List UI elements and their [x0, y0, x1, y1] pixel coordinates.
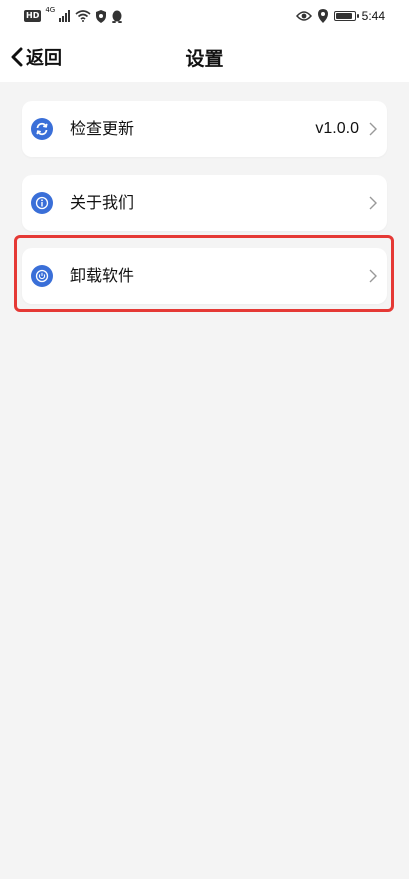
about-us-item[interactable]: 关于我们: [22, 175, 387, 231]
check-update-label: 检查更新: [70, 119, 135, 138]
shield-icon: [96, 9, 107, 23]
about-us-label: 关于我们: [70, 193, 135, 212]
chevron-right-icon: [369, 269, 377, 283]
info-icon: [31, 192, 53, 214]
refresh-icon: [31, 118, 53, 140]
header-bar: 返回 设置: [0, 32, 409, 82]
uninstall-label: 卸载软件: [70, 266, 135, 285]
page-title: 设置: [185, 48, 224, 70]
eye-icon: [295, 11, 312, 21]
version-value: v1.0.0: [315, 120, 359, 137]
check-update-item[interactable]: 检查更新 v1.0.0: [22, 101, 387, 157]
qq-notification-icon: [112, 10, 123, 23]
status-bar: HD 4G 5:44: [0, 0, 409, 32]
clock: 5:44: [361, 9, 385, 23]
uninstall-item[interactable]: 卸载软件: [22, 248, 387, 304]
location-icon: [317, 9, 328, 23]
chevron-right-icon: [369, 196, 377, 210]
status-right-icons: 5:44: [295, 7, 385, 25]
hd-badge: HD: [24, 10, 42, 22]
status-left-icons: HD 4G: [24, 6, 123, 24]
battery-icon: [333, 11, 359, 21]
signal-icon: [59, 10, 71, 22]
wifi-icon: [75, 10, 91, 22]
network-type: 4G: [45, 6, 56, 14]
chevron-right-icon: [369, 122, 377, 136]
power-icon: [31, 265, 53, 287]
